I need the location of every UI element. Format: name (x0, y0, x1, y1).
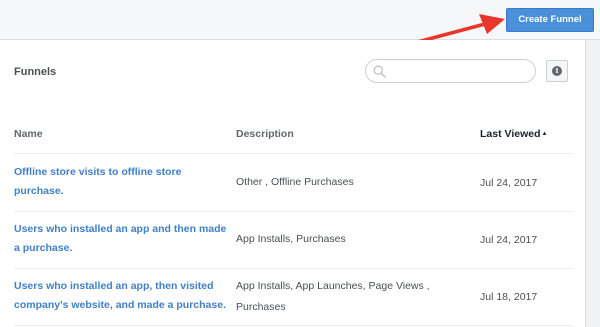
header-divider (14, 153, 572, 154)
column-header-last-viewed[interactable]: Last Viewed▲ (480, 128, 547, 140)
row-3-name-link[interactable]: Users who installed an app, then visited… (14, 277, 229, 315)
column-header-description[interactable]: Description (236, 128, 294, 140)
row-divider (14, 325, 572, 326)
row-3-last-viewed: Jul 18, 2017 (480, 291, 538, 303)
column-header-name[interactable]: Name (14, 128, 43, 140)
info-button[interactable]: i (546, 60, 568, 82)
search-box[interactable] (365, 59, 536, 83)
row-2-description: App Installs, Purchases (236, 233, 346, 245)
row-1-name-link[interactable]: Offline store visits to offline store pu… (14, 163, 229, 201)
row-3-description: App Installs, App Launches, Page Views ,… (236, 280, 430, 313)
row-2-last-viewed: Jul 24, 2017 (480, 234, 538, 246)
row-divider (14, 268, 572, 269)
row-1-description: Other , Offline Purchases (236, 176, 354, 188)
row-1-last-viewed: Jul 24, 2017 (480, 177, 538, 189)
column-header-last-viewed-label: Last Viewed (480, 128, 541, 140)
info-icon: i (552, 66, 562, 76)
row-divider (14, 211, 572, 212)
funnels-panel: Funnels i Name Description Last Viewed▲ … (0, 40, 586, 327)
search-input[interactable] (390, 63, 530, 79)
row-2-name-link[interactable]: Users who installed an app and then made… (14, 220, 229, 258)
panel-title: Funnels (14, 66, 57, 78)
create-funnel-button[interactable]: Create Funnel (506, 8, 594, 32)
sort-up-icon: ▲ (541, 131, 548, 137)
search-icon (373, 65, 386, 78)
